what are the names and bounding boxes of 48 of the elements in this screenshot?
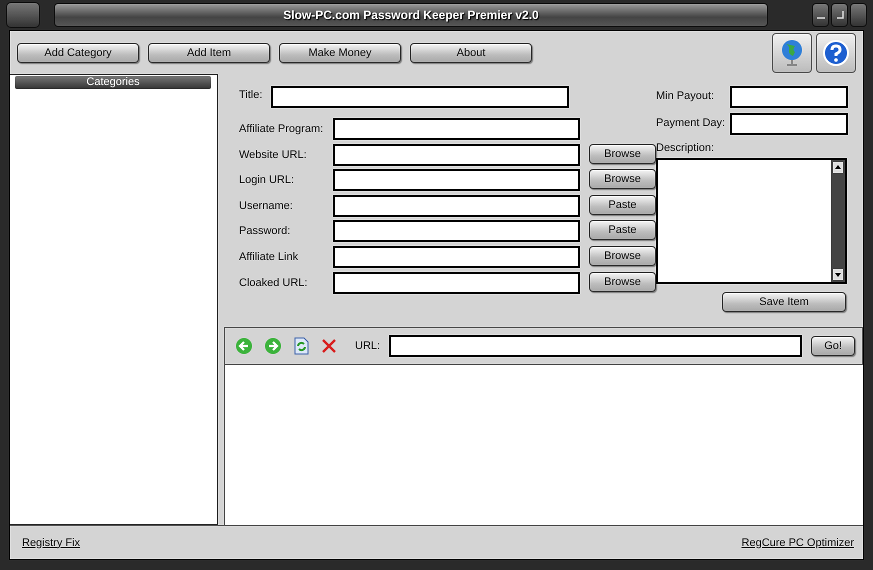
minimize-icon[interactable] bbox=[812, 3, 829, 27]
field-label: Affiliate Program: bbox=[239, 122, 324, 137]
go-button[interactable]: Go! bbox=[811, 336, 856, 356]
input-field[interactable] bbox=[730, 113, 848, 135]
input-field[interactable] bbox=[333, 169, 580, 192]
globe-icon[interactable] bbox=[772, 32, 812, 72]
field-label: Login URL: bbox=[239, 173, 296, 188]
field-label: Cloaked URL: bbox=[239, 276, 308, 291]
input-field[interactable] bbox=[333, 272, 580, 294]
categories-header: Categories bbox=[15, 76, 211, 89]
field-label: Affiliate Link bbox=[239, 250, 300, 265]
toolbar-button[interactable]: Add Category bbox=[17, 42, 139, 62]
field-button[interactable]: Paste bbox=[589, 220, 656, 240]
field-label: Password: bbox=[239, 224, 292, 240]
maximize-icon[interactable] bbox=[831, 3, 848, 27]
field-label: Title: bbox=[239, 88, 264, 101]
title-field[interactable] bbox=[271, 86, 569, 108]
field-button[interactable]: Browse bbox=[589, 144, 656, 164]
window-title: Slow-PC.com Password Keeper Premier v2.0 bbox=[54, 3, 768, 27]
footer-link[interactable]: RegCure PC Optimizer bbox=[742, 536, 854, 548]
field-label: Payment Day: bbox=[656, 116, 726, 131]
url-field[interactable] bbox=[389, 335, 802, 357]
refresh-icon[interactable] bbox=[293, 337, 309, 355]
field-button[interactable]: Browse bbox=[589, 169, 656, 190]
field-button[interactable]: Browse bbox=[589, 272, 656, 292]
save-button[interactable]: Save Item bbox=[722, 292, 846, 312]
field-label: Min Payout: bbox=[656, 89, 714, 104]
field-label: Description: bbox=[656, 142, 716, 156]
toolbar-button[interactable]: Add Item bbox=[148, 42, 270, 62]
footer-link[interactable]: Registry Fix bbox=[22, 536, 80, 548]
field-button[interactable]: Paste bbox=[589, 194, 656, 215]
input-field[interactable] bbox=[730, 86, 848, 108]
category-list[interactable]: Categories bbox=[10, 74, 218, 525]
help-icon[interactable] bbox=[816, 32, 856, 72]
input-field[interactable] bbox=[333, 144, 580, 166]
input-field[interactable] bbox=[333, 246, 580, 268]
field-button[interactable]: Browse bbox=[589, 246, 656, 266]
stop-icon[interactable] bbox=[320, 337, 338, 355]
toolbar-button[interactable]: Make Money bbox=[279, 42, 401, 62]
field-label: Username: bbox=[239, 198, 294, 214]
input-field[interactable] bbox=[333, 194, 580, 217]
input-field[interactable] bbox=[333, 220, 580, 242]
url-label: URL: bbox=[355, 340, 380, 352]
toolbar-button[interactable]: About bbox=[410, 42, 532, 62]
field-label: Website URL: bbox=[239, 148, 308, 163]
input-field[interactable] bbox=[333, 118, 580, 140]
back-icon[interactable] bbox=[235, 337, 253, 355]
forward-icon[interactable] bbox=[264, 337, 282, 355]
